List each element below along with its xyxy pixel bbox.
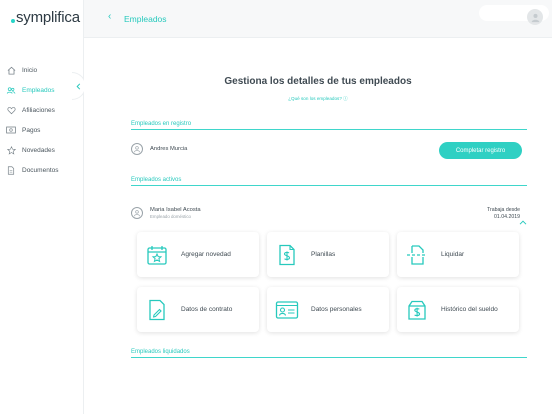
chevron-up-icon [519, 220, 527, 225]
sidebar: symplifica Inicio Empleados Afiliaciones [0, 0, 86, 414]
since-date: 01.04.2019 [494, 214, 520, 220]
sidebar-item-afiliaciones[interactable]: Afiliaciones [0, 100, 84, 120]
add-novelty-tile[interactable]: Agregar novedad [137, 232, 259, 277]
avatar [131, 143, 143, 155]
help-link[interactable]: ¿Qué son los empleados? ⓘ [84, 96, 552, 102]
sidebar-item-label: Empleados [22, 86, 55, 94]
personal-data-tile[interactable]: Datos personales [267, 287, 389, 332]
complete-registration-button[interactable]: Completar registro [439, 142, 522, 159]
sidebar-item-label: Documentos [22, 166, 59, 174]
logo-dot [11, 18, 15, 23]
tile-label: Datos personales [311, 306, 362, 313]
user-icon [133, 146, 141, 153]
document-icon [6, 165, 16, 175]
id-card-icon [275, 298, 299, 322]
invoice-dollar-icon [275, 243, 299, 267]
employee-role: Empleado doméstico [150, 214, 192, 219]
chevron-left-icon: ‹ [108, 11, 112, 22]
sidebar-item-label: Pagos [22, 126, 41, 134]
sidebar-item-novedades[interactable]: Novedades [0, 140, 84, 160]
users-icon [6, 85, 16, 95]
cash-icon [6, 125, 16, 135]
sidebar-item-label: Afiliaciones [22, 106, 55, 114]
tile-label: Agregar novedad [181, 251, 231, 258]
scan-document-icon [405, 243, 429, 267]
avatar[interactable] [527, 9, 543, 25]
employee-name: Maria Isabel Acosta [150, 207, 201, 213]
employee-name: Andres Murcia [150, 146, 188, 152]
contract-data-tile[interactable]: Datos de contrato [137, 287, 259, 332]
since-label: Trabaja desde [487, 207, 520, 213]
app-root: symplifica Inicio Empleados Afiliaciones [0, 0, 552, 414]
tile-label: Histórico del sueldo [441, 306, 498, 313]
salary-box-icon [405, 298, 429, 322]
tile-label: Liquidar [441, 251, 465, 258]
page-title: Empleados [124, 14, 167, 24]
back-button[interactable]: ‹ [108, 11, 111, 22]
section-liquidados-header: Empleados liquidados [131, 349, 527, 358]
user-icon [133, 210, 141, 217]
collapse-employee-button[interactable] [519, 212, 527, 230]
top-bar: ‹ Empleados [84, 0, 552, 38]
star-icon [6, 145, 16, 155]
tile-label: Planillas [311, 251, 336, 258]
heart-icon [6, 105, 16, 115]
logo-text: symplifica [16, 9, 80, 26]
user-menu[interactable] [479, 5, 549, 25]
main-heading: Gestiona los detalles de tus empleados [224, 76, 412, 87]
sidebar-item-documentos[interactable]: Documentos [0, 160, 84, 180]
employee-info: Maria Isabel Acosta Empleado doméstico [150, 207, 201, 219]
sidebar-item-label: Inicio [22, 66, 38, 74]
settle-tile[interactable]: Liquidar [397, 232, 519, 277]
calendar-star-icon [145, 243, 169, 267]
tile-label: Datos de contrato [181, 306, 233, 313]
employee-actions: Agregar novedad Planillas Liquidar Datos… [137, 232, 519, 334]
logo[interactable]: symplifica [11, 9, 80, 26]
section-registro-header: Empleados en registro [131, 121, 527, 130]
section-activos-header: Empleados activos [131, 177, 527, 186]
main-content: Gestiona los detalles de tus empleados ¿… [84, 38, 552, 414]
home-icon [6, 65, 16, 75]
sidebar-item-label: Novedades [22, 146, 55, 154]
contract-pen-icon [145, 298, 169, 322]
employment-since: Trabaja desde 01.04.2019 [460, 207, 520, 221]
sidebar-item-pagos[interactable]: Pagos [0, 120, 84, 140]
payroll-tile[interactable]: Planillas [267, 232, 389, 277]
chevron-left-icon [76, 77, 81, 95]
user-icon [531, 13, 539, 22]
salary-history-tile[interactable]: Histórico del sueldo [397, 287, 519, 332]
avatar [131, 207, 143, 219]
